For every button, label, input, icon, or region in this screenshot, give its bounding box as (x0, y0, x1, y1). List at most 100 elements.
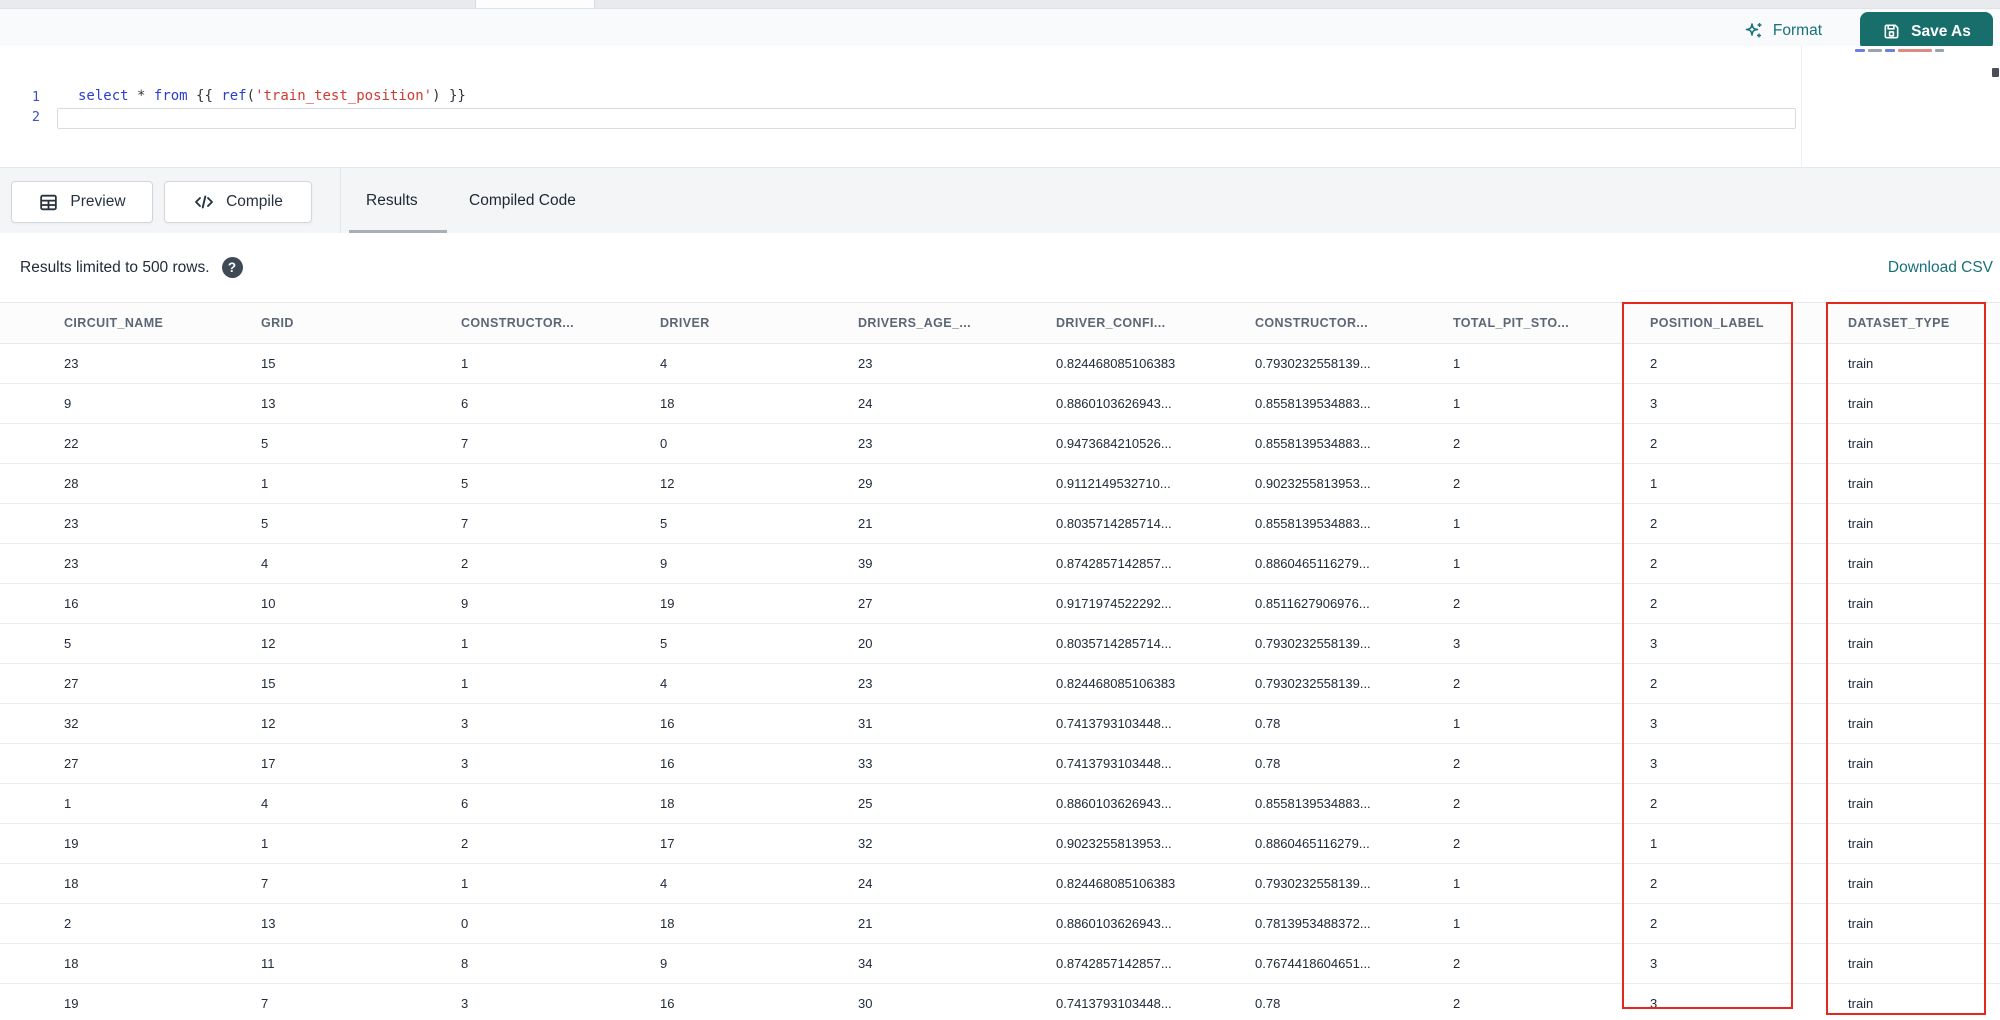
cell: 0.8558139534883... (1255, 383, 1453, 424)
tab-label: Results (366, 192, 418, 209)
cell: 9 (461, 583, 660, 624)
cell: 22 (0, 423, 261, 464)
format-label: Format (1772, 22, 1822, 39)
table-row: 9 13 6 18 24 0.8860103626943... 0.855813953488… (0, 383, 2000, 424)
code-line[interactable]: select * from {{ ref('train_test_positio… (78, 88, 466, 104)
cell: 23 (858, 423, 1056, 464)
cell: 0.8558139534883... (1255, 783, 1453, 824)
cell: 0.9171974522292... (1056, 583, 1255, 624)
tab-compiled-code[interactable]: Compiled Code (469, 168, 576, 234)
cell: 0.9023255813953... (1056, 823, 1255, 864)
cell: 3 (461, 743, 660, 784)
code-token: select (78, 88, 129, 104)
cell: 2 (1453, 823, 1650, 864)
cell: 5 (461, 463, 660, 504)
cell: 13 (261, 383, 461, 424)
compile-label: Compile (226, 193, 283, 210)
column-header: DRIVERS_AGE_... (858, 302, 1056, 344)
cell: 5 (261, 423, 461, 464)
cell: 2 (1650, 863, 1848, 904)
preview-button[interactable]: Preview (11, 181, 153, 223)
active-line-highlight[interactable] (57, 108, 1796, 129)
column-header: CONSTRUCTOR... (461, 302, 660, 344)
cell: 13 (261, 903, 461, 944)
cell: 16 (660, 983, 858, 1020)
minimap[interactable] (1801, 46, 2000, 167)
cell: 7 (261, 863, 461, 904)
cell: 3 (461, 703, 660, 744)
cell: 1 (461, 623, 660, 664)
cell: 10 (261, 583, 461, 624)
compile-button[interactable]: Compile (164, 181, 312, 223)
code-token: ( (246, 88, 256, 104)
cell: 12 (261, 703, 461, 744)
cell: 18 (660, 783, 858, 824)
cell: 0 (461, 903, 660, 944)
cell: train (1848, 583, 2000, 624)
cell: 19 (0, 823, 261, 864)
minimap-segment (1868, 49, 1882, 52)
cell: 3 (1650, 983, 1848, 1020)
limit-note-text: Results limited to 500 rows. (20, 258, 210, 276)
cell: 1 (1453, 503, 1650, 544)
line-number: 1 (31, 89, 40, 105)
cell: 0.8860465116279... (1255, 823, 1453, 864)
column-header: DRIVER (660, 302, 858, 344)
cell: 27 (0, 743, 261, 784)
cell: 0.7930232558139... (1255, 863, 1453, 904)
cell: 0.9473684210526... (1056, 423, 1255, 464)
table-row: 19 1 2 17 32 0.9023255813953... 0.886046511627… (0, 823, 2000, 864)
cell: 0.824468085106383 (1056, 863, 1255, 904)
sql-editor[interactable]: 1 2 select * from {{ ref('train_test_pos… (0, 46, 2000, 167)
cell: 0.8860103626943... (1056, 383, 1255, 424)
help-icon[interactable]: ? (221, 257, 243, 278)
cell: 32 (0, 703, 261, 744)
cell: 29 (858, 463, 1056, 504)
cell: 1 (261, 823, 461, 864)
cell: 2 (1650, 503, 1848, 544)
cell: 28 (0, 463, 261, 504)
cell: 2 (1650, 663, 1848, 704)
table-icon (38, 192, 59, 213)
column-header: TOTAL_PIT_STO... (1453, 302, 1650, 344)
column-header: CONSTRUCTOR... (1255, 302, 1453, 344)
sparkle-icon (1744, 21, 1764, 41)
cell: 19 (0, 983, 261, 1020)
cell: 19 (660, 583, 858, 624)
cell: 17 (261, 743, 461, 784)
tab-results[interactable]: Results (366, 168, 418, 234)
cell: 2 (1453, 423, 1650, 464)
cell: 30 (858, 983, 1056, 1020)
cell: 2 (1650, 423, 1848, 464)
line-number: 2 (31, 109, 40, 125)
cell: 6 (461, 783, 660, 824)
format-button[interactable]: Format (1744, 21, 1822, 41)
cell: 5 (0, 623, 261, 664)
download-csv-link[interactable]: Download CSV (1888, 233, 1993, 302)
cell: 2 (1453, 783, 1650, 824)
cell: train (1848, 983, 2000, 1020)
cell: 24 (858, 863, 1056, 904)
cell: 2 (461, 823, 660, 864)
cell: 3 (1650, 943, 1848, 984)
cell: 2 (1453, 983, 1650, 1020)
cell: 3 (1453, 623, 1650, 664)
column-header: DRIVER_CONFI... (1056, 302, 1255, 344)
minimap-segment (1898, 49, 1932, 52)
cell: train (1848, 463, 2000, 504)
cell: 2 (1650, 903, 1848, 944)
cell: 4 (660, 343, 858, 384)
cell: 7 (461, 503, 660, 544)
editor-toolbar: Format Save As (0, 9, 2000, 51)
cell: 18 (0, 943, 261, 984)
cell: 20 (858, 623, 1056, 664)
minimap-scroll-mark[interactable] (1992, 68, 1999, 77)
save-as-label: Save As (1911, 22, 1971, 40)
table-row: 28 1 5 12 29 0.9112149532710... 0.902325581395… (0, 463, 2000, 504)
cell: 0.9112149532710... (1056, 463, 1255, 504)
cell: 0.9023255813953... (1255, 463, 1453, 504)
cell: 7 (261, 983, 461, 1020)
cell: 0.7930232558139... (1255, 623, 1453, 664)
cell: 2 (461, 543, 660, 584)
